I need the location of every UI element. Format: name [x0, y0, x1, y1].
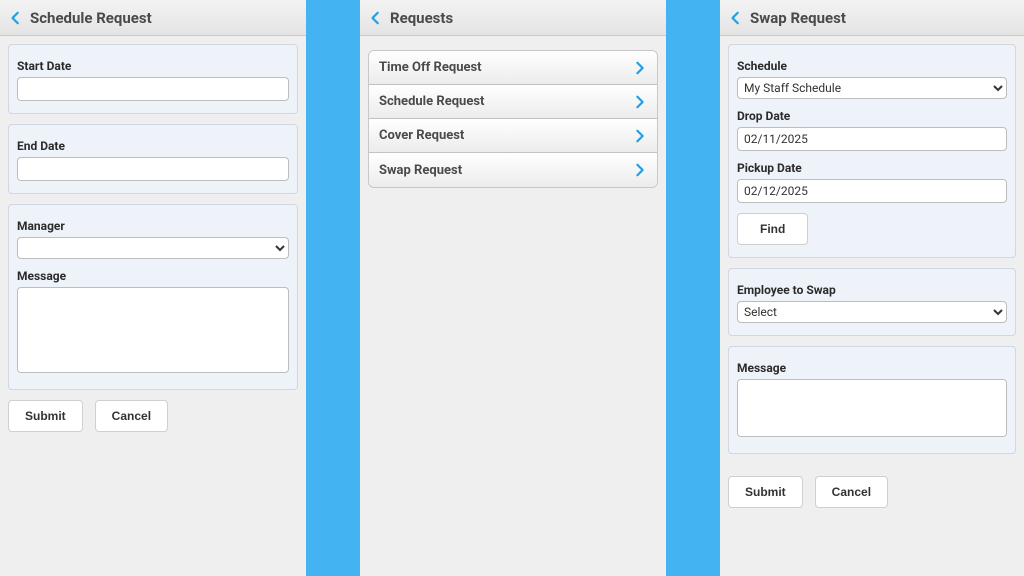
schedule-request-panel: Schedule Request Start Date End Date Man…	[0, 0, 306, 576]
cancel-button[interactable]: Cancel	[95, 400, 168, 432]
content: Start Date End Date Manager Message Subm…	[0, 36, 306, 576]
start-date-label: Start Date	[17, 59, 289, 73]
schedule-select[interactable]: My Staff Schedule	[737, 77, 1007, 99]
employee-card: Employee to Swap Select	[728, 268, 1016, 336]
header: Requests	[360, 0, 666, 36]
manager-select[interactable]	[17, 237, 289, 259]
content: Time Off Request Schedule Request Cover …	[360, 36, 666, 576]
end-date-card: End Date	[8, 124, 298, 194]
start-date-card: Start Date	[8, 44, 298, 114]
message-label: Message	[737, 361, 1007, 375]
message-card: Message	[728, 346, 1016, 454]
submit-button[interactable]: Submit	[728, 476, 803, 508]
back-button[interactable]	[6, 8, 26, 28]
end-date-input[interactable]	[17, 157, 289, 181]
header: Schedule Request	[0, 0, 306, 36]
back-button[interactable]	[726, 8, 746, 28]
content: Schedule My Staff Schedule Drop Date Pic…	[720, 36, 1024, 576]
pickup-date-input[interactable]	[737, 179, 1007, 203]
list-item-schedule[interactable]: Schedule Request	[369, 85, 657, 119]
end-date-label: End Date	[17, 139, 289, 153]
page-title: Swap Request	[750, 9, 846, 27]
manager-message-card: Manager Message	[8, 204, 298, 390]
chevron-left-icon	[9, 11, 23, 25]
chevron-left-icon	[729, 11, 743, 25]
drop-date-label: Drop Date	[737, 109, 1007, 123]
header: Swap Request	[720, 0, 1024, 36]
chevron-left-icon	[369, 11, 383, 25]
drop-date-input[interactable]	[737, 127, 1007, 151]
back-button[interactable]	[366, 8, 386, 28]
list-item-label: Time Off Request	[379, 60, 482, 75]
message-label: Message	[17, 269, 289, 283]
list-item-swap[interactable]: Swap Request	[369, 153, 657, 187]
message-textarea[interactable]	[17, 287, 289, 373]
list-item-label: Schedule Request	[379, 94, 484, 109]
requests-panel: Requests Time Off Request Schedule Reque…	[360, 0, 666, 576]
page-title: Schedule Request	[30, 9, 152, 27]
cancel-button[interactable]: Cancel	[815, 476, 888, 508]
page-title: Requests	[390, 9, 453, 27]
schedule-dates-card: Schedule My Staff Schedule Drop Date Pic…	[728, 44, 1016, 258]
message-textarea[interactable]	[737, 379, 1007, 437]
schedule-label: Schedule	[737, 59, 1007, 73]
list-item-label: Swap Request	[379, 163, 462, 178]
find-button[interactable]: Find	[737, 213, 808, 245]
chevron-right-icon	[633, 163, 647, 177]
list-item-label: Cover Request	[379, 128, 464, 143]
list-item-cover[interactable]: Cover Request	[369, 119, 657, 153]
pickup-date-label: Pickup Date	[737, 161, 1007, 175]
chevron-right-icon	[633, 129, 647, 143]
manager-label: Manager	[17, 219, 289, 233]
employee-select[interactable]: Select	[737, 301, 1007, 323]
chevron-right-icon	[633, 61, 647, 75]
start-date-input[interactable]	[17, 77, 289, 101]
button-row: Submit Cancel	[8, 400, 298, 432]
swap-request-panel: Swap Request Schedule My Staff Schedule …	[720, 0, 1024, 576]
chevron-right-icon	[633, 95, 647, 109]
list-item-time-off[interactable]: Time Off Request	[369, 51, 657, 85]
request-list: Time Off Request Schedule Request Cover …	[368, 50, 658, 188]
employee-label: Employee to Swap	[737, 283, 1007, 297]
button-row: Submit Cancel	[728, 476, 1016, 508]
submit-button[interactable]: Submit	[8, 400, 83, 432]
